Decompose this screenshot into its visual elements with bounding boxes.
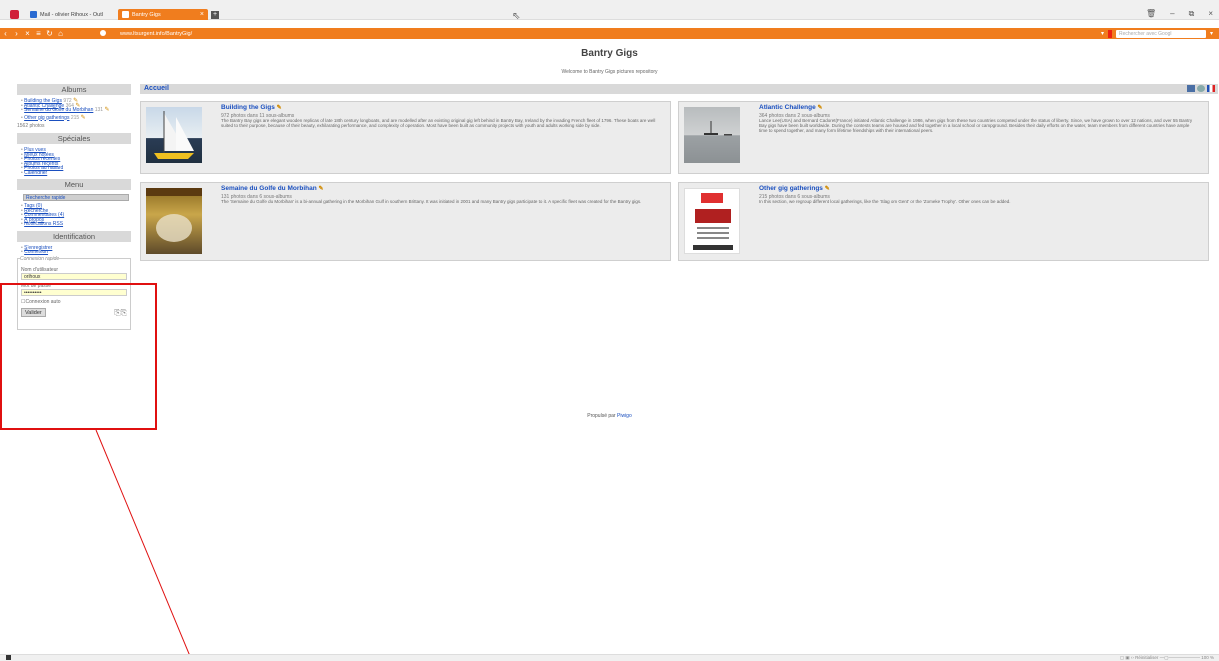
identification-header: Identification <box>17 230 131 242</box>
navigation-bar: ‹ › × ≡ ↻ ⌂ www.ltsurgent.info/BantryGig… <box>0 28 1219 39</box>
calendar-icon[interactable] <box>1187 85 1195 92</box>
footer-text: Propulsé par <box>587 413 616 419</box>
tab-bantry-gigs[interactable]: Bantry Gigs × <box>118 9 208 20</box>
zoom-slider[interactable]: —▢——————— <box>1160 655 1200 660</box>
zoom-control: ▢ ▣ ‹› Réinitialiser —▢——————— 100 % <box>1120 655 1214 661</box>
photos-total: 1562 photos <box>17 123 45 129</box>
album-link-other[interactable]: Other gig gatherings 215 ✎ <box>21 114 131 121</box>
new-tag-icon: ✎ <box>824 186 830 192</box>
album-thumbnail[interactable] <box>146 188 202 254</box>
stop-icon[interactable]: × <box>22 29 33 38</box>
reload-icon[interactable]: ↻ <box>44 29 55 38</box>
content-toolbar <box>1187 85 1215 92</box>
image-icon[interactable]: ▣ <box>1125 655 1129 660</box>
address-bar[interactable]: www.ltsurgent.info/BantryGig/ <box>96 30 1098 38</box>
search-dropdown-icon[interactable]: ▾ <box>1210 30 1213 37</box>
flyer-image <box>693 193 733 250</box>
tab-mail-label: Mail - olivier Rihoux - Outl <box>40 11 103 18</box>
quick-connect-legend: Connexion rapide <box>20 255 60 262</box>
zoom-reset[interactable]: Réinitialiser <box>1135 655 1158 660</box>
piwigo-link[interactable]: Piwigo <box>617 413 632 419</box>
section-title[interactable]: Accueil <box>144 85 169 92</box>
new-tag-icon: ✎ <box>80 114 86 121</box>
page-subtitle: Welcome to Bantry Gigs pictures reposito… <box>561 69 658 75</box>
new-tag-icon: ✎ <box>817 105 823 111</box>
new-tab-button[interactable]: + <box>211 11 219 19</box>
content-header: Accueil <box>140 84 1218 94</box>
main-content: Accueil Building the Gigs ✎ 972 photos d… <box>140 84 1218 261</box>
forward-icon[interactable]: › <box>11 29 22 38</box>
poster-image <box>146 188 202 242</box>
speciales-block: Spéciales Plus vues Mieux notées Photos … <box>17 133 131 175</box>
close-window-icon[interactable]: × <box>1208 9 1213 19</box>
username-field[interactable]: orihoux <box>21 272 127 280</box>
new-tag-icon: ✎ <box>104 107 110 113</box>
outlook-icon <box>30 11 37 18</box>
page-footer: Propulsé par Piwigo <box>0 413 1219 419</box>
albums-header: Albums <box>17 84 131 95</box>
bookmark-icon[interactable] <box>1107 29 1112 38</box>
album-title-link[interactable]: Semaine du Golfe du Morbihan ✎ <box>221 185 324 192</box>
highlight-box <box>0 283 157 430</box>
restore-icon[interactable]: ⧉ <box>1189 9 1195 19</box>
album-title-link[interactable]: Atlantic Challenge ✎ <box>759 104 823 111</box>
speciales-header: Spéciales <box>17 133 131 144</box>
search-icon[interactable] <box>1197 85 1205 92</box>
trash-icon[interactable]: 🗑 <box>1146 9 1156 19</box>
nav-right-tools: ▾ Rechercher avec Googl ▾ <box>1101 28 1219 39</box>
album-title-link[interactable]: Building the Gigs ✎ <box>221 104 282 111</box>
url-text: www.ltsurgent.info/BantryGig/ <box>120 31 193 37</box>
window-controls: 🗑 – ⧉ × <box>1146 9 1213 19</box>
back-icon[interactable]: ‹ <box>0 29 11 38</box>
dropdown-icon[interactable]: ▾ <box>1101 30 1104 37</box>
panel-toggle-icon[interactable] <box>6 655 11 660</box>
album-thumbnail[interactable] <box>684 188 740 254</box>
quick-search-input[interactable]: Recherche rapide <box>23 194 129 201</box>
album-thumbnail[interactable] <box>684 107 740 163</box>
tab-mail[interactable]: Mail - olivier Rihoux - Outl <box>26 9 114 20</box>
close-tab-icon[interactable]: × <box>200 11 204 18</box>
tab-bantry-label: Bantry Gigs <box>132 11 161 18</box>
login-link[interactable]: Connexion <box>21 250 131 255</box>
browser-logo-icon[interactable] <box>10 10 19 19</box>
page-icon[interactable]: ▢ <box>1120 655 1124 660</box>
album-description: The 'Semaine du Golfe du Morbihan' is a … <box>221 199 642 204</box>
menu-header: Menu <box>17 179 131 190</box>
menu-link-rss[interactable]: Notifications RSS <box>21 222 131 227</box>
search-placeholder: Rechercher avec Googl <box>1118 30 1172 37</box>
sailboat-image <box>154 111 194 159</box>
boats-on-sea-image <box>704 121 732 136</box>
new-tag-icon: ✎ <box>318 186 324 192</box>
album-description: In this section, we regroup different lo… <box>759 199 1011 204</box>
username-value: orihoux <box>24 273 41 280</box>
site-info-icon[interactable] <box>100 30 106 36</box>
albums-block: Albums Building the Gigs 972 ✎ Atlantic … <box>17 84 131 129</box>
album-description: Lance Lee(USA) and Bernard Cadoret(Franc… <box>759 118 1193 133</box>
album-thumbnail[interactable] <box>146 107 202 163</box>
quick-search-placeholder: Recherche rapide <box>26 195 66 201</box>
page-title: Bantry Gigs <box>581 48 638 59</box>
menu-block: Menu Recherche rapide Tags (0) Recherche… <box>17 179 131 227</box>
album-title-link[interactable]: Other gig gatherings ✎ <box>759 185 830 192</box>
album-link-morbihan[interactable]: Semaine du Golfe du Morbihan 131 ✎ <box>21 107 131 113</box>
mouse-cursor-icon: ⇖ <box>512 11 521 22</box>
album-card-atlantic[interactable]: Atlantic Challenge ✎ 364 photos dans 2 s… <box>678 101 1209 174</box>
french-flag-icon[interactable] <box>1207 85 1215 92</box>
annotation-line <box>95 429 193 661</box>
zoom-value: 100 % <box>1201 655 1214 660</box>
favicon-icon <box>122 11 129 18</box>
album-card-morbihan[interactable]: Semaine du Golfe du Morbihan ✎ 131 photo… <box>140 182 671 261</box>
album-description: The Bantry Bay gigs are elegant wooden r… <box>221 118 656 128</box>
minimize-icon[interactable]: – <box>1170 9 1174 19</box>
new-tag-icon: ✎ <box>276 105 282 111</box>
home-history-icon[interactable]: ≡ <box>33 29 44 38</box>
browser-tab-bar: Mail - olivier Rihoux - Outl Bantry Gigs… <box>0 0 1219 22</box>
special-link[interactable]: Calendrier <box>21 170 131 175</box>
album-card-building[interactable]: Building the Gigs ✎ 972 photos dans 11 s… <box>140 101 671 174</box>
status-bar: ▢ ▣ ‹› Réinitialiser —▢——————— 100 % <box>0 654 1219 661</box>
home-icon[interactable]: ⌂ <box>55 29 66 38</box>
code-icon[interactable]: ‹› <box>1131 655 1134 660</box>
album-card-other[interactable]: Other gig gatherings ✎ 215 photos dans 6… <box>678 182 1209 261</box>
search-input[interactable]: Rechercher avec Googl <box>1115 29 1206 38</box>
